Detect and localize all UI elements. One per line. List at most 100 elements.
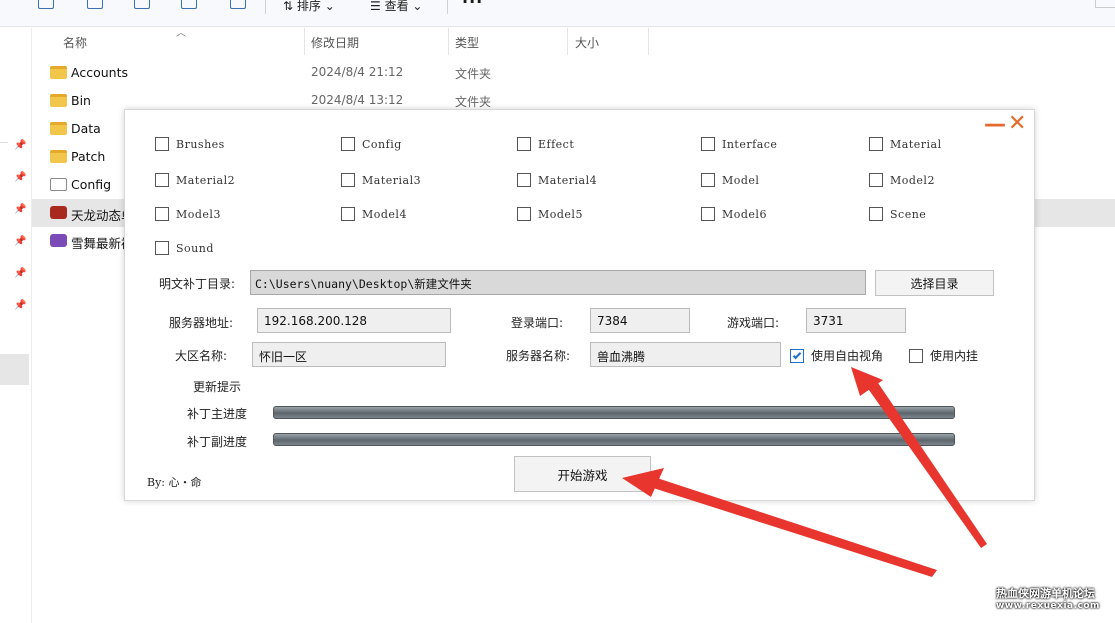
region-name-field[interactable]: 怀旧一区 (252, 342, 446, 367)
checkbox-material3[interactable]: Material3 (341, 173, 421, 187)
details-pane-button[interactable] (1095, 0, 1115, 8)
watermark-line1: 热血侠网游单机论坛 (996, 587, 1095, 600)
free-view-checkbox[interactable]: 使用自由视角 (790, 347, 883, 364)
share-icon[interactable] (181, 0, 197, 9)
checkbox-model[interactable]: Model (701, 173, 759, 187)
column-header-date[interactable]: 修改日期 (311, 34, 359, 51)
checkbox-label: Material (890, 137, 942, 151)
server-address-label: 服务器地址: (169, 316, 234, 330)
checkbox-label: Effect (538, 137, 575, 151)
checkbox-model6[interactable]: Model6 (701, 207, 767, 221)
view-label: 查看 (384, 0, 409, 13)
checkbox-label: Sound (176, 241, 214, 255)
server-name-label: 服务器名称: (506, 349, 571, 363)
checkbox-model5[interactable]: Model5 (517, 207, 583, 221)
delete-icon[interactable] (230, 0, 246, 9)
checkbox-label: Model3 (176, 207, 221, 221)
login-port-field[interactable]: 7384 (590, 308, 690, 333)
game-app-icon (50, 206, 67, 219)
pin-icon[interactable]: 📌 (14, 140, 26, 152)
watermark-line2: www.rexuexia.com (996, 601, 1100, 611)
checkbox-sound[interactable]: Sound (155, 241, 214, 255)
column-divider[interactable] (648, 28, 649, 55)
checkbox-model4[interactable]: Model4 (341, 207, 407, 221)
checkbox-box[interactable] (869, 207, 883, 221)
server-address-field[interactable]: 192.168.200.128 (257, 308, 451, 333)
column-header-name[interactable]: 名称 (63, 34, 87, 51)
folder-icon (50, 66, 67, 79)
file-row[interactable]: Accounts 2024/8/4 21:12 文件夹 (32, 59, 1115, 87)
checkbox-box[interactable] (341, 137, 355, 151)
server-name-field[interactable]: 兽血沸腾 (590, 342, 781, 367)
rename-icon[interactable] (134, 0, 150, 9)
column-header-type[interactable]: 类型 (455, 34, 479, 51)
plugin-checkbox[interactable]: 使用内挂 (909, 347, 978, 364)
checkbox-box[interactable] (701, 137, 715, 151)
sub-progress-bar (273, 433, 955, 446)
checkbox-model2[interactable]: Model2 (869, 173, 935, 187)
column-divider[interactable] (304, 28, 305, 55)
plugin-label: 使用内挂 (930, 349, 979, 363)
more-options-button[interactable]: ··· (462, 0, 483, 11)
sort-ascending-icon: ︿ (176, 28, 186, 39)
checkbox-label: Material3 (362, 173, 422, 187)
start-game-button[interactable]: 开始游戏 (514, 456, 651, 492)
checkbox-material2[interactable]: Material2 (155, 173, 235, 187)
column-divider[interactable] (567, 28, 568, 55)
close-button[interactable]: ✕ (1008, 113, 1026, 135)
paste-icon[interactable] (87, 0, 103, 9)
pin-icon[interactable]: 📌 (14, 236, 26, 248)
checkbox-box[interactable] (909, 348, 923, 363)
checkbox-box[interactable] (701, 207, 715, 221)
toolbar-divider (447, 0, 448, 14)
game-port-label: 游戏端口: (727, 316, 780, 330)
pin-icon[interactable]: 📌 (14, 268, 26, 280)
checkbox-box[interactable] (517, 137, 531, 151)
checkbox-effect[interactable]: Effect (517, 137, 574, 151)
file-name: Data (71, 121, 101, 136)
checkbox-model3[interactable]: Model3 (155, 207, 221, 221)
column-header-size[interactable]: 大小 (575, 34, 599, 51)
checkmark-icon (792, 350, 802, 359)
checkbox-material[interactable]: Material (869, 137, 942, 151)
game-port-field[interactable]: 3731 (806, 308, 906, 333)
main-progress-bar (273, 406, 955, 419)
main-progress-label: 补丁主进度 (187, 407, 248, 421)
checkbox-material4[interactable]: Material4 (517, 173, 597, 187)
minimize-button[interactable]: — (984, 114, 1006, 136)
sort-button[interactable]: ⇅ 排序 ⌄ (283, 0, 335, 14)
checkbox-scene[interactable]: Scene (869, 207, 926, 221)
column-divider[interactable] (448, 28, 449, 55)
author-credit: By: 心・命 (147, 476, 202, 489)
select-directory-button[interactable]: 选择目录 (875, 270, 994, 296)
checkbox-interface[interactable]: Interface (701, 137, 777, 151)
explorer-toolbar: ⇅ 排序 ⌄ ☰ 查看 ⌄ ··· (0, 0, 1115, 27)
checkbox-box[interactable] (517, 173, 531, 187)
copy-icon[interactable] (38, 0, 54, 9)
pin-icon[interactable]: 📌 (14, 204, 26, 216)
checkbox-config[interactable]: Config (341, 137, 402, 151)
file-name: Config (71, 177, 112, 192)
checkbox-box[interactable] (155, 137, 169, 151)
checkbox-box[interactable] (341, 173, 355, 187)
checkbox-box[interactable] (701, 173, 715, 187)
checkbox-box[interactable] (517, 207, 531, 221)
checkbox-box[interactable] (869, 173, 883, 187)
patch-dir-field[interactable]: C:\Users\nuany\Desktop\新建文件夹 (250, 270, 866, 295)
checkbox-box[interactable] (341, 207, 355, 221)
toolbar-divider (265, 0, 266, 14)
checkbox-brushes[interactable]: Brushes (155, 137, 225, 151)
file-type: 文件夹 (455, 95, 492, 109)
nav-selected-item[interactable] (0, 354, 29, 385)
checkbox-label: Material4 (538, 173, 598, 187)
checkbox-box[interactable] (155, 207, 169, 221)
pin-icon[interactable]: 📌 (14, 172, 26, 184)
file-name: Accounts (71, 65, 128, 80)
checkbox-box[interactable] (869, 137, 883, 151)
file-date: 2024/8/4 13:12 (311, 93, 404, 107)
pin-icon[interactable]: 📌 (14, 300, 26, 312)
checkbox-box[interactable] (155, 241, 169, 255)
checkbox-box[interactable] (790, 348, 804, 363)
checkbox-box[interactable] (155, 173, 169, 187)
view-button[interactable]: ☰ 查看 ⌄ (370, 0, 422, 14)
